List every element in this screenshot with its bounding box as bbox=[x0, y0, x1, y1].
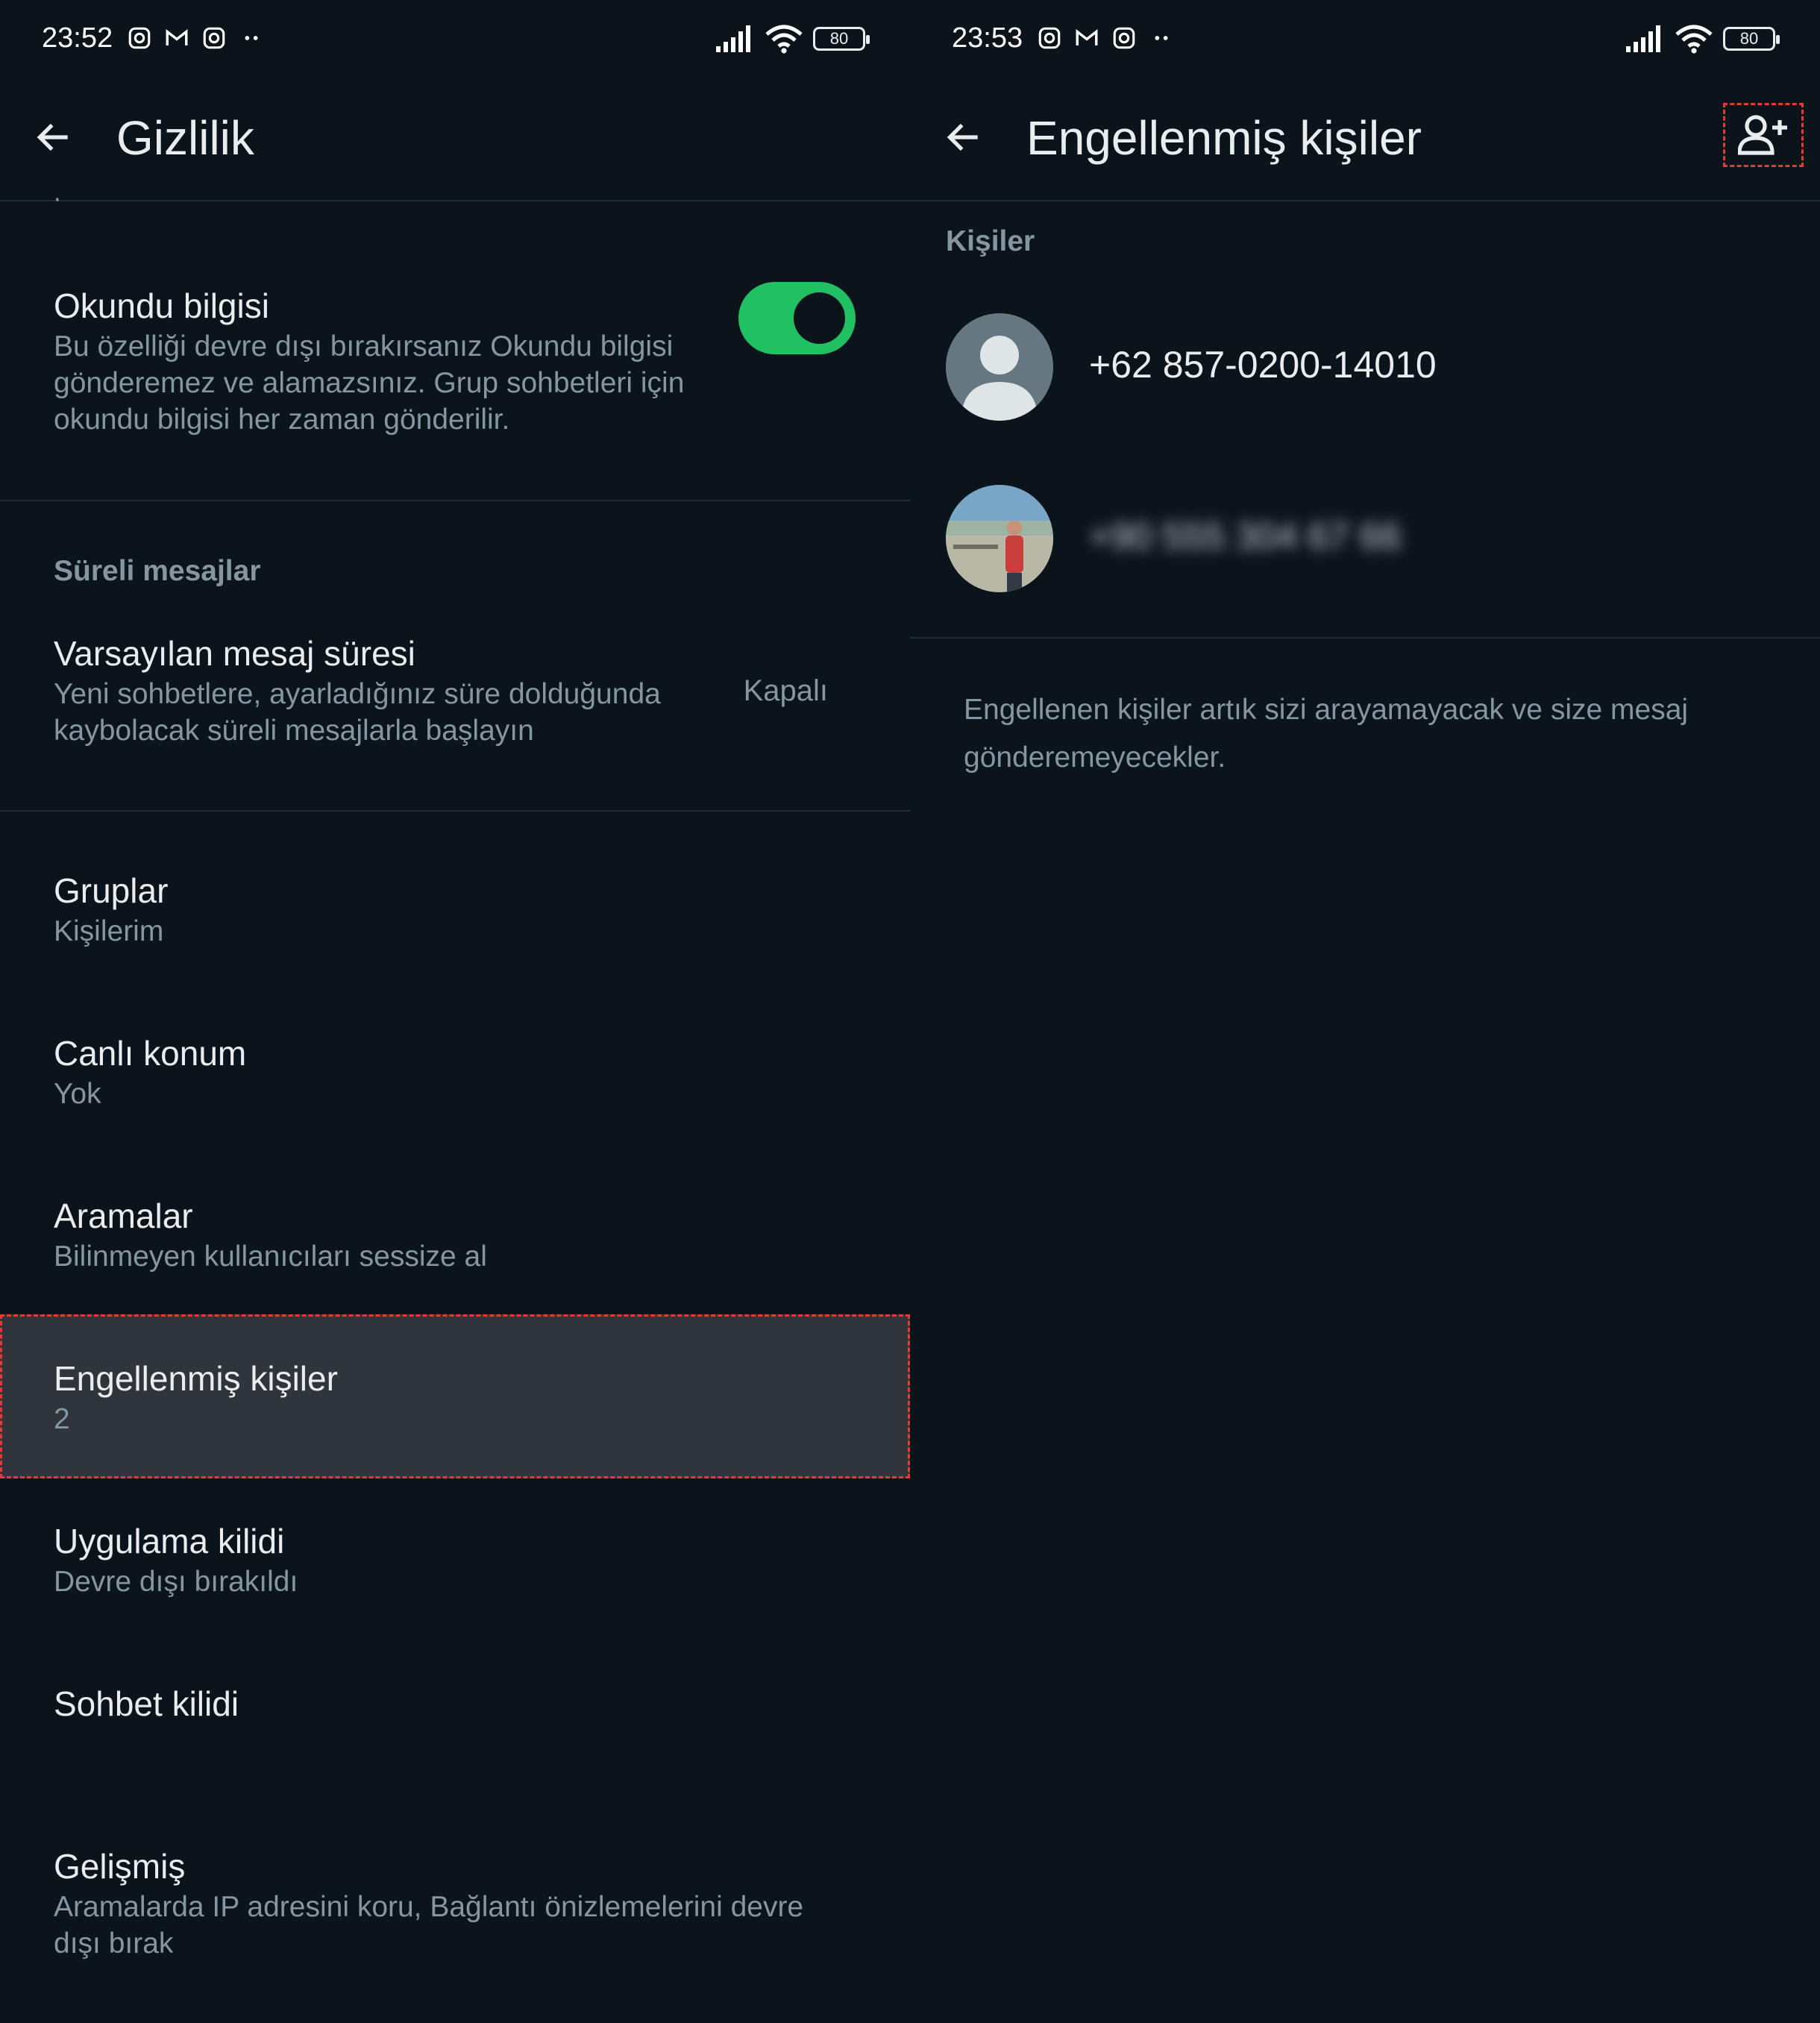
gmail-icon bbox=[166, 29, 188, 46]
default-timer-value: Kapalı bbox=[743, 674, 828, 707]
instagram-icon bbox=[1038, 27, 1061, 49]
read-receipts-toggle[interactable] bbox=[738, 282, 856, 354]
privacy-screen: 23:52 80 Gizlilik , Okundu bilgisi Bu bbox=[0, 0, 910, 2023]
add-contact-icon bbox=[1738, 115, 1787, 155]
instagram-icon bbox=[203, 27, 225, 49]
blocked-contacts-item[interactable]: Engellenmiş kişiler 2 bbox=[0, 1356, 910, 1437]
scrolled-text-fragment: , bbox=[54, 189, 98, 201]
app-lock-value: Devre dışı bırakıldı bbox=[54, 1566, 298, 1598]
add-blocked-contact-button[interactable] bbox=[1723, 103, 1804, 167]
wifi-icon bbox=[1675, 25, 1713, 54]
chat-lock-title: Sohbet kilidi bbox=[54, 1684, 239, 1723]
battery-icon: 80 bbox=[1723, 27, 1780, 51]
profile-photo bbox=[946, 485, 1053, 592]
live-location-value: Yok bbox=[54, 1078, 101, 1110]
groups-item[interactable]: Gruplar Kişilerim bbox=[0, 868, 910, 950]
chat-lock-item[interactable]: Sohbet kilidi bbox=[0, 1681, 910, 1726]
instagram-icon bbox=[128, 27, 151, 49]
blocked-info-text: Engellenen kişiler artık sizi arayamayac… bbox=[964, 694, 1689, 774]
contact-name: +62 857-0200-14010 bbox=[1089, 344, 1437, 386]
gmail-icon bbox=[1076, 29, 1098, 46]
divider bbox=[0, 500, 910, 501]
calls-item[interactable]: Aramalar Bilinmeyen kullanıcıları sessiz… bbox=[0, 1194, 910, 1275]
blocked-contacts-title: Engellenmiş kişiler bbox=[54, 1359, 338, 1398]
live-location-title: Canlı konum bbox=[54, 1034, 247, 1073]
signal-icon bbox=[716, 25, 750, 52]
status-time: 23:53 bbox=[952, 22, 1023, 54]
back-button[interactable] bbox=[938, 112, 989, 163]
app-bar: Gizlilik bbox=[0, 82, 910, 201]
blocked-contact-row[interactable]: +62 857-0200-14010 bbox=[910, 297, 1820, 431]
advanced-title: Gelişmiş bbox=[54, 1847, 186, 1886]
status-time: 23:52 bbox=[42, 22, 113, 54]
app-lock-item[interactable]: Uygulama kilidi Devre dışı bırakıldı bbox=[0, 1519, 910, 1600]
default-timer-title: Varsayılan mesaj süresi bbox=[54, 634, 415, 673]
back-arrow-icon bbox=[37, 123, 68, 151]
app-bar: Engellenmiş kişiler bbox=[910, 82, 1820, 201]
default-avatar-icon bbox=[946, 313, 1053, 421]
section-header-disappearing: Süreli mesajlar bbox=[54, 555, 261, 587]
advanced-item[interactable]: Gelişmiş Aramalarda IP adresini koru, Ba… bbox=[0, 1844, 910, 1962]
page-title: Gizlilik bbox=[116, 111, 254, 165]
read-receipts-title: Okundu bilgisi bbox=[54, 286, 269, 325]
page-title: Engellenmiş kişiler bbox=[1026, 111, 1422, 165]
battery-icon: 80 bbox=[813, 27, 870, 51]
read-receipts-description: Bu özelliği devre dışı bırakırsanız Okun… bbox=[54, 330, 685, 436]
instagram-icon bbox=[1113, 27, 1135, 49]
blocked-contacts-screen: 23:53 80 Engellenmiş kişiler Kişiler +62… bbox=[910, 0, 1820, 2023]
advanced-description: Aramalarda IP adresini koru, Bağlantı ön… bbox=[54, 1891, 804, 1960]
section-header-contacts: Kişiler bbox=[946, 225, 1035, 257]
signal-icon bbox=[1626, 25, 1660, 52]
avatar bbox=[946, 313, 1053, 421]
back-button[interactable] bbox=[28, 112, 79, 163]
calls-title: Aramalar bbox=[54, 1196, 193, 1235]
avatar bbox=[946, 485, 1053, 592]
contact-name: +90 555 304 67 66 bbox=[1089, 515, 1402, 557]
status-bar: 23:52 80 bbox=[0, 0, 910, 82]
divider bbox=[0, 810, 910, 812]
default-timer-description: Yeni sohbetlere, ayarladığınız süre dold… bbox=[54, 678, 661, 747]
wifi-icon bbox=[765, 25, 803, 54]
live-location-item[interactable]: Canlı konum Yok bbox=[0, 1031, 910, 1112]
divider bbox=[910, 637, 1820, 639]
more-dots-icon bbox=[1155, 36, 1168, 40]
app-lock-title: Uygulama kilidi bbox=[54, 1522, 285, 1561]
calls-value: Bilinmeyen kullanıcıları sessize al bbox=[54, 1241, 487, 1273]
blocked-contact-row[interactable]: +90 555 304 67 66 bbox=[910, 468, 1820, 603]
more-dots-icon bbox=[245, 36, 258, 40]
groups-value: Kişilerim bbox=[54, 915, 164, 947]
status-bar: 23:53 80 bbox=[910, 0, 1820, 82]
groups-title: Gruplar bbox=[54, 871, 169, 910]
blocked-contacts-count: 2 bbox=[54, 1403, 70, 1435]
back-arrow-icon bbox=[947, 123, 978, 151]
toggle-knob bbox=[794, 292, 845, 344]
